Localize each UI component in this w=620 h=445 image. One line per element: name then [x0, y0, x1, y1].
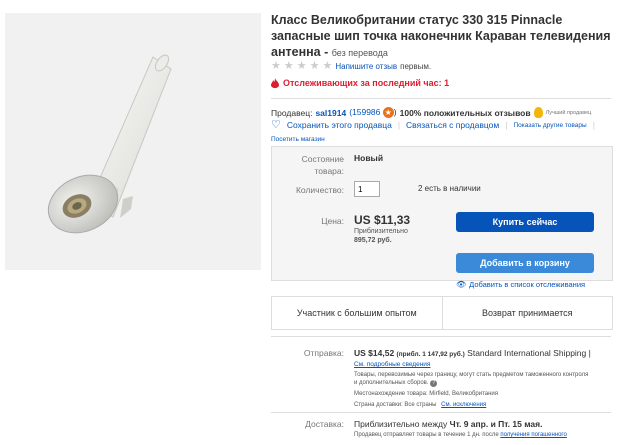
listing-title: Класс Великобритании статус 330 315 Pinn…: [271, 12, 611, 61]
approx-label: Приблизительно: [354, 228, 408, 235]
contact-seller-link[interactable]: Связаться с продавцом: [406, 120, 499, 130]
star-icon: ★: [296, 60, 307, 72]
buy-now-button[interactable]: Купить сейчас: [456, 212, 594, 232]
quantity-input[interactable]: [354, 181, 380, 197]
product-image[interactable]: [5, 13, 261, 270]
add-to-watchlist-label: Добавить в список отслеживания: [469, 280, 586, 289]
exceptions-link[interactable]: См. исключения: [441, 402, 486, 408]
positive-feedback: 100% положительных отзывов: [399, 107, 531, 118]
shipping-price: US $14,52: [354, 348, 395, 358]
divider: [271, 336, 611, 337]
add-to-cart-button[interactable]: Добавить в корзину: [456, 253, 594, 273]
help-icon[interactable]: ?: [430, 380, 438, 387]
title-translation-note: без перевода: [331, 48, 388, 58]
divider: [271, 98, 611, 99]
write-review-suffix: первым.: [400, 61, 432, 71]
rating-row: ★ ★ ★ ★ ★ Напишите отзыв первым.: [271, 60, 432, 72]
price-label: Цена:: [321, 216, 344, 226]
condition-value: Новый: [354, 153, 384, 163]
eye-icon: 👁: [456, 280, 467, 289]
ship-to-row: Страна доставки: Все страны См. исключен…: [354, 402, 486, 408]
star-icon: ★: [309, 60, 320, 72]
other-items-link[interactable]: Показать другие товары: [513, 122, 586, 129]
separator: |: [397, 120, 401, 130]
payment-link[interactable]: получения погашенного: [500, 432, 567, 438]
seller-name-link[interactable]: sal1914: [315, 108, 346, 118]
delivery-estimate: Приблизительно между Чт. 9 апр. и Пт. 15…: [354, 419, 542, 429]
save-seller-link[interactable]: Сохранить этого продавца: [287, 120, 392, 130]
delivery-approx: Приблизительно между: [354, 419, 448, 429]
star-icon: ★: [283, 60, 294, 72]
quantity-label: Количество:: [295, 185, 344, 195]
antenna-spike-image: [47, 54, 172, 234]
item-location: Местонахождение товара: Mirfield, Велико…: [354, 391, 499, 397]
shipping-label: Отправка:: [303, 348, 344, 358]
add-to-watchlist[interactable]: 👁 Добавить в список отслеживания: [456, 280, 585, 289]
top-seller-badge-icon: [533, 107, 543, 119]
feedback-count: (159986 ★): [349, 107, 397, 119]
customs-note-2-text: и дополнительных сборов.: [354, 380, 429, 386]
visit-store-link[interactable]: Посетить магазин: [271, 136, 325, 143]
condition-label: Состояние товара:: [301, 154, 344, 176]
fire-icon: [271, 78, 279, 88]
star-icon: ★: [322, 60, 333, 72]
available-count: 2 есть в наличии: [418, 184, 481, 193]
separator: |: [505, 120, 508, 130]
delivery-label: Доставка:: [305, 419, 344, 429]
customs-note-2: и дополнительных сборов. ?: [354, 380, 438, 387]
listing-title-text: Класс Великобритании статус 330 315 Pinn…: [271, 13, 611, 59]
shipping-approx: (прибл. 1 147,92 руб.): [396, 351, 465, 358]
shipping-details-link[interactable]: См. подробные сведения: [354, 361, 430, 368]
feedback-count-link[interactable]: (159986: [349, 107, 380, 117]
approx-price: 895,72 руб.: [354, 237, 392, 244]
watchers-text: Отслеживающих за последний час: 1: [283, 78, 450, 88]
watchers-alert: Отслеживающих за последний час: 1: [271, 78, 449, 88]
heart-icon[interactable]: ♡: [271, 120, 281, 131]
seller-label: Продавец:: [271, 107, 313, 118]
delivery-dates: Чт. 9 апр. и Пт. 15 мая.: [449, 419, 543, 429]
seller-links: ♡ Сохранить этого продавца | Связаться с…: [271, 120, 595, 131]
separator: |: [592, 120, 595, 130]
price-value: US $11,33: [354, 213, 411, 227]
divider: [271, 412, 611, 413]
shipping-service: Standard International Shipping |: [467, 348, 591, 358]
top-seller-label: Лучший продавец: [545, 109, 592, 116]
customs-note: Товары, перевозимые через границу, могут…: [354, 372, 589, 378]
seller-info: Продавец: sal1914 (159986 ★) 100% положи…: [271, 107, 592, 119]
handling-note: Продавец отправляет товары в течение 1 д…: [354, 432, 567, 438]
shipping-row: US $14,52 (прибл. 1 147,92 руб.) Standar…: [354, 348, 591, 358]
write-review-link[interactable]: Напишите отзыв: [335, 62, 397, 71]
feedback-star-icon: ★: [382, 107, 394, 119]
feedback-count-close: ): [393, 107, 397, 117]
ship-to-countries: Страна доставки: Все страны: [354, 402, 437, 408]
experienced-seller-badge: Участник с большим опытом: [296, 308, 417, 318]
star-icon: ★: [271, 60, 281, 72]
returns-accepted-badge: Возврат принимается: [441, 297, 613, 329]
seller-badges: Участник с большим опытом Возврат приним…: [271, 296, 613, 330]
handling-note-text: Продавец отправляет товары в течение 1 д…: [354, 432, 499, 438]
